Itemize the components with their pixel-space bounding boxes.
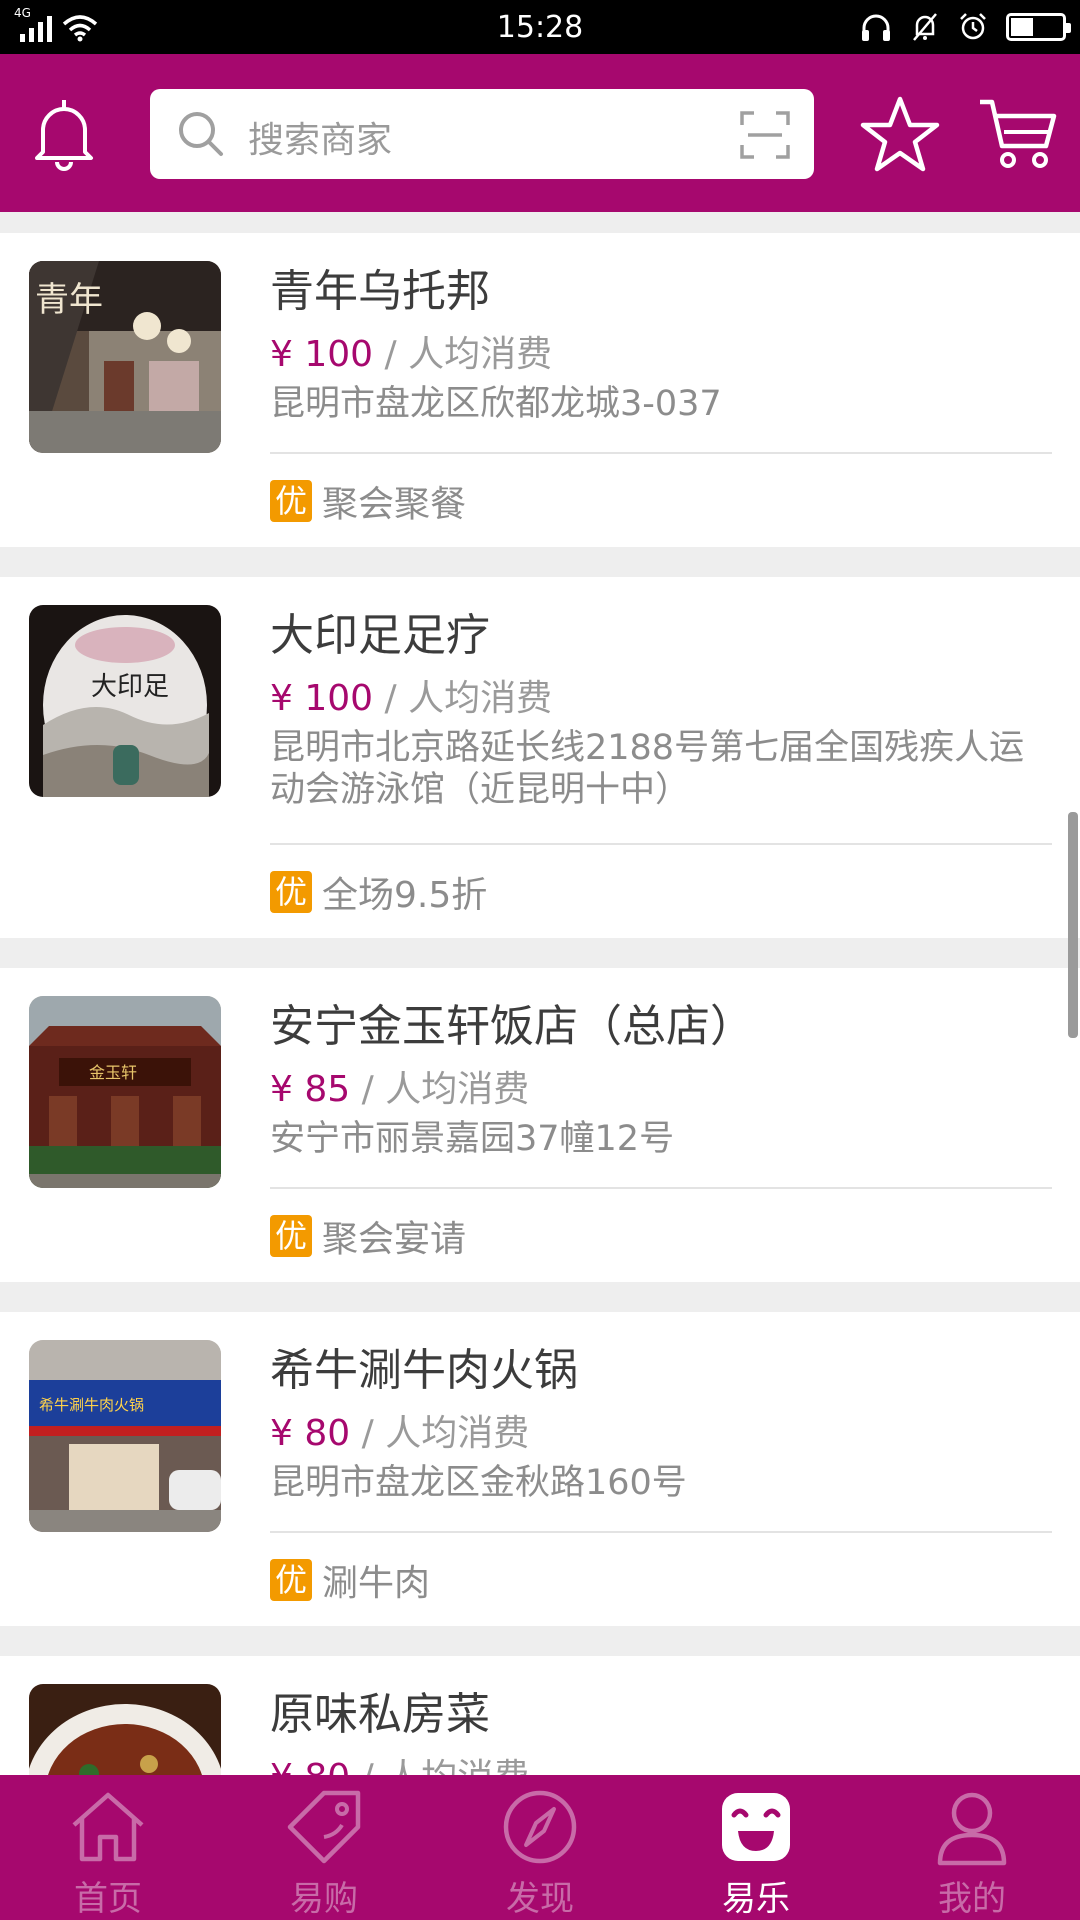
promo-badge: 优 [270,1215,312,1257]
status-right [860,10,1071,44]
merchant-card[interactable]: 希牛涮牛肉火锅 希牛涮牛肉火锅 ¥ 80 / 人均消费 昆明市盘龙区金秋路160… [0,1312,1080,1626]
promo-text: 涮牛肉 [322,1563,431,1604]
merchant-price: ¥ 80 / 人均消费 [270,1404,529,1456]
search-icon [179,112,223,156]
tag-icon [287,1790,361,1864]
price-suffix: / 人均消费 [361,1069,530,1110]
promo-row: 优 涮牛肉 [270,1554,430,1606]
sign-text: 大印足 [91,672,169,702]
price-value: 80 [304,1413,351,1454]
merchant-thumbnail: 希牛涮牛肉火锅 [29,1340,221,1532]
price-value: 100 [304,334,374,375]
favorites-button[interactable] [858,92,942,176]
tab-home[interactable]: 首页 [0,1775,216,1920]
merchant-list[interactable]: 青年 青年乌托邦 ¥ 100 / 人均消费 昆明市盘龙区欣都龙城3-037 优 … [0,212,1080,1775]
mute-bell-icon [913,13,937,41]
merchant-name[interactable]: 原味私房菜 [270,1678,490,1742]
merchant-address: 昆明市北京路延长线2188号第七届全国残疾人运动会游泳馆（近昆明十中） [270,728,1025,810]
merchant-name[interactable]: 安宁金玉轩饭店（总店） [270,990,754,1054]
merchant-thumbnail: 青年 [29,261,221,453]
merchant-card[interactable]: 青年 青年乌托邦 ¥ 100 / 人均消费 昆明市盘龙区欣都龙城3-037 优 … [0,233,1080,547]
tab-mine[interactable]: 我的 [864,1775,1080,1920]
currency-symbol: ¥ [270,1413,293,1454]
home-icon [72,1792,144,1862]
cart-button[interactable] [976,92,1060,176]
merchant-thumbnail: 金玉轩 [29,996,221,1188]
battery-icon [1006,13,1071,41]
promo-badge: 优 [270,871,312,913]
merchant-card[interactable]: 大印足 大印足足疗 ¥ 100 / 人均消费 昆明市北京路延长线2188号第七届… [0,577,1080,938]
tab-discover[interactable]: 发现 [432,1775,648,1920]
sign-text: 希牛涮牛肉火锅 [39,1396,144,1414]
tab-label: 首页 [74,1879,142,1919]
scan-icon[interactable] [740,111,790,159]
divider [270,452,1052,454]
cart-icon [980,99,1057,168]
merchant-address: 昆明市盘龙区金秋路160号 [270,1463,687,1503]
price-suffix: / 人均消费 [384,678,553,719]
merchant-price: ¥ 85 / 人均消费 [270,1060,529,1112]
price-suffix: / 人均消费 [361,1413,530,1454]
promo-text: 全场9.5折 [322,875,488,916]
currency-symbol: ¥ [270,678,293,719]
star-icon [860,96,940,172]
currency-symbol: ¥ [270,1757,293,1775]
notification-button[interactable] [22,92,106,176]
divider [270,1187,1052,1189]
search-input[interactable]: 搜索商家 [150,89,814,179]
merchant-card[interactable]: 原味私房菜 ¥ 80 / 人均消费 [0,1656,1080,1775]
merchant-price: ¥ 80 / 人均消费 [270,1748,529,1775]
sign-text: 青年 [35,280,103,320]
bottom-nav: 首页 易购 发现 易乐 我的 [0,1775,1080,1920]
divider [270,1531,1052,1533]
compass-icon [503,1790,577,1864]
tab-label: 易购 [290,1879,358,1919]
tab-leisure[interactable]: 易乐 [648,1775,864,1920]
smile-icon [722,1793,790,1861]
merchant-name[interactable]: 希牛涮牛肉火锅 [270,1334,578,1398]
promo-badge: 优 [270,480,312,522]
headphones-icon [862,14,890,41]
price-value: 85 [304,1069,351,1110]
top-bar: 搜索商家 [0,54,1080,212]
currency-symbol: ¥ [270,1069,293,1110]
merchant-name[interactable]: 青年乌托邦 [270,255,490,319]
price-value: 100 [304,678,374,719]
merchant-address: 安宁市丽景嘉园37幢12号 [270,1119,675,1159]
divider [270,843,1052,845]
price-suffix: / 人均消费 [384,334,553,375]
price-suffix: / 人均消费 [362,1757,530,1775]
user-icon [937,1792,1007,1866]
promo-text: 聚会宴请 [322,1219,467,1260]
merchant-price: ¥ 100 / 人均消费 [270,325,552,377]
sign-text: 金玉轩 [89,1063,137,1082]
tab-label: 发现 [506,1879,574,1919]
merchant-address: 昆明市盘龙区欣都龙城3-037 [270,384,722,424]
currency-symbol: ¥ [270,334,293,375]
promo-row: 优 聚会宴请 [270,1210,466,1262]
bell-icon [35,100,93,171]
merchant-thumbnail [29,1684,221,1775]
tab-label: 易乐 [722,1879,790,1919]
promo-row: 优 聚会聚餐 [270,475,466,527]
alarm-icon [960,13,986,40]
tab-label: 我的 [938,1879,1006,1919]
promo-badge: 优 [270,1559,312,1601]
price-value: 80 [304,1757,350,1775]
status-bar: 4G 15:28 [0,0,1080,54]
scrollbar[interactable] [1068,812,1078,1038]
promo-text: 聚会聚餐 [322,484,467,525]
merchant-card[interactable]: 金玉轩 安宁金玉轩饭店（总店） ¥ 85 / 人均消费 安宁市丽景嘉园37幢12… [0,968,1080,1282]
search-placeholder: 搜索商家 [248,120,393,161]
merchant-thumbnail: 大印足 [29,605,221,797]
tab-shop[interactable]: 易购 [216,1775,432,1920]
promo-row: 优 全场9.5折 [270,866,487,918]
merchant-name[interactable]: 大印足足疗 [270,599,490,663]
merchant-price: ¥ 100 / 人均消费 [270,669,552,721]
